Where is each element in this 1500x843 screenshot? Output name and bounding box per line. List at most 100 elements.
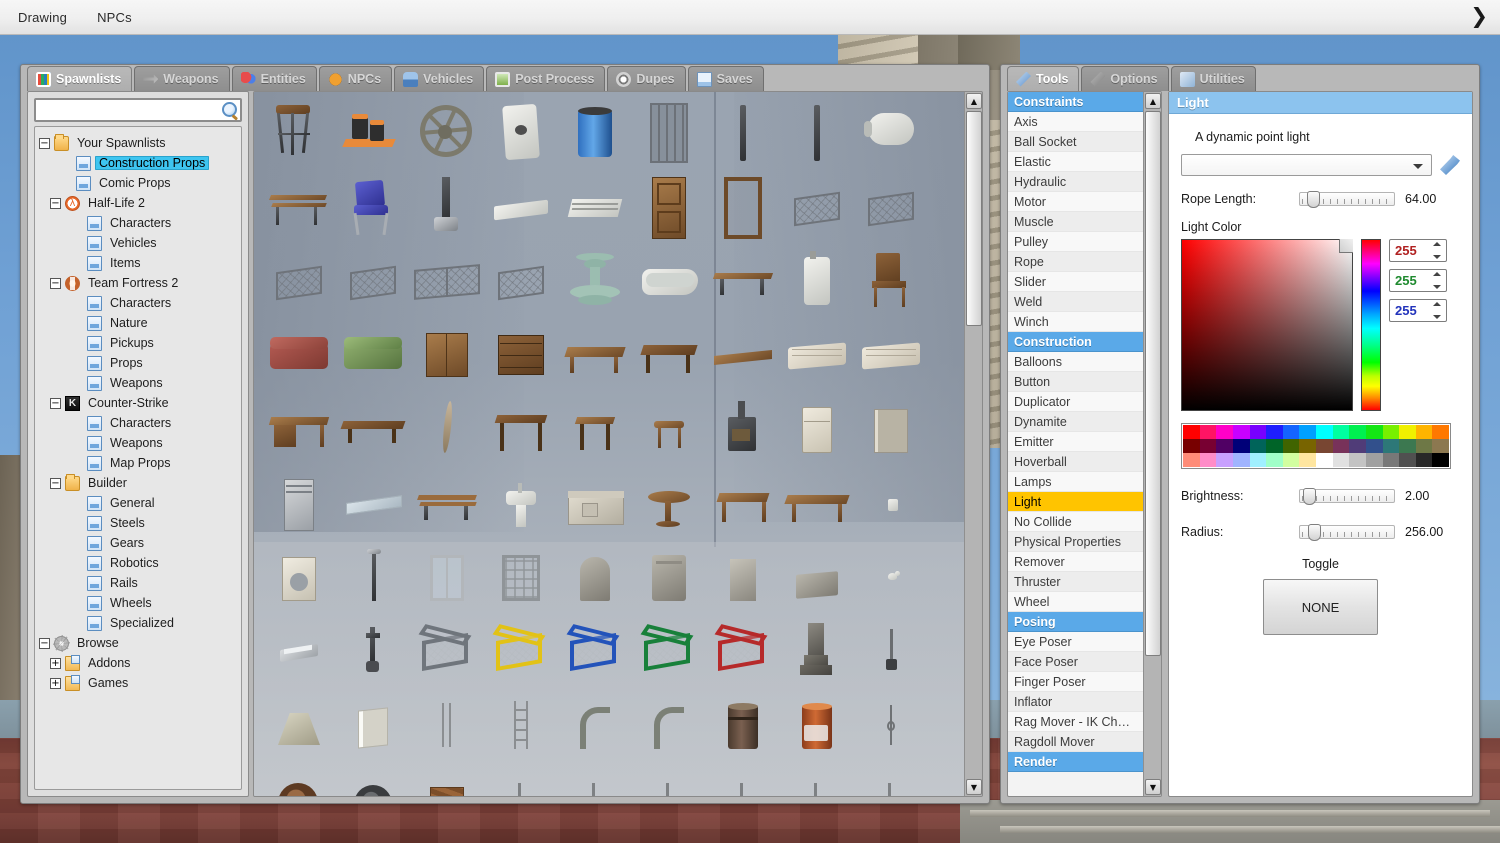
prop-item[interactable] [410,614,484,688]
prop-item[interactable] [336,762,410,796]
prop-item[interactable] [262,244,336,318]
prop-item[interactable] [410,466,484,540]
color-swatch[interactable] [1365,439,1383,453]
prop-item[interactable] [854,96,928,170]
tree-item[interactable]: Characters [39,293,237,313]
tree-item[interactable]: − Half-Life 2 [39,193,237,213]
prop-item[interactable] [706,318,780,392]
tree-item[interactable]: Vehicles [39,233,237,253]
prop-item[interactable] [558,762,632,796]
color-swatch[interactable] [1399,453,1416,467]
color-swatch[interactable] [1232,425,1250,439]
prop-item[interactable] [484,318,558,392]
red-spinner[interactable] [1430,241,1444,260]
prop-grid[interactable] [254,92,964,796]
tab-vehicles[interactable]: Vehicles [394,66,485,91]
prop-item[interactable] [410,540,484,614]
prop-item[interactable] [484,540,558,614]
hue-slider[interactable] [1361,239,1381,411]
collapse-icon[interactable]: − [50,197,61,209]
spawnlist-tree[interactable]: − Your Spawnlists Construction Props Comic … [34,126,242,790]
prop-item[interactable] [780,688,854,762]
menu-item-npcs[interactable]: NPCs [85,6,144,29]
prop-item[interactable] [262,318,336,392]
prop-item[interactable] [632,688,706,762]
color-swatch[interactable] [1232,439,1250,453]
prop-item[interactable] [558,688,632,762]
prop-item[interactable] [558,244,632,318]
color-swatch[interactable] [1332,439,1350,453]
radius-slider[interactable] [1299,524,1395,541]
color-swatch[interactable] [1365,453,1383,467]
green-spinner[interactable] [1430,271,1444,290]
prop-item[interactable] [854,244,928,318]
prop-item[interactable] [558,466,632,540]
scroll-thumb[interactable] [1145,111,1161,656]
color-swatch[interactable] [1299,439,1316,453]
prop-item[interactable] [410,170,484,244]
prop-item[interactable] [558,170,632,244]
color-swatch[interactable] [1282,439,1300,453]
collapse-icon[interactable]: − [50,277,61,289]
collapse-icon[interactable]: − [39,137,50,149]
tool-list-item[interactable]: Hoverball [1008,452,1144,472]
tree-item[interactable]: + Games [39,673,237,693]
collapse-icon[interactable]: − [39,637,50,649]
tool-list-item[interactable]: Lamps [1008,472,1144,492]
prop-item[interactable] [632,170,706,244]
tool-list-item[interactable]: Emitter [1008,432,1144,452]
prop-item[interactable] [706,466,780,540]
brightness-slider[interactable] [1299,488,1395,505]
red-input[interactable] [1390,243,1428,258]
color-swatch[interactable] [1399,425,1416,439]
tool-list-item[interactable]: Light [1008,492,1144,512]
color-swatch[interactable] [1316,439,1333,453]
prop-item[interactable] [336,244,410,318]
prop-item[interactable] [484,466,558,540]
tab-post-process[interactable]: Post Process [486,66,606,91]
prop-item[interactable] [336,466,410,540]
color-swatch[interactable] [1249,439,1267,453]
prop-item[interactable] [484,614,558,688]
scroll-thumb[interactable] [966,111,982,326]
prop-item[interactable] [854,614,928,688]
tree-item[interactable]: Robotics [39,553,237,573]
color-swatch[interactable] [1399,439,1416,453]
search-icon[interactable] [222,102,237,117]
color-swatch[interactable] [1382,439,1400,453]
prop-item[interactable] [780,762,854,796]
color-swatch[interactable] [1382,425,1400,439]
prop-item[interactable] [262,466,336,540]
tree-item[interactable]: Wheels [39,593,237,613]
prop-item[interactable] [336,392,410,466]
saturation-value-square[interactable] [1181,239,1353,411]
color-swatch[interactable] [1183,453,1200,467]
prop-item[interactable] [706,244,780,318]
color-swatch[interactable] [1266,439,1283,453]
tool-list-item[interactable]: Hydraulic [1008,172,1144,192]
tool-list-item[interactable]: Motor [1008,192,1144,212]
tab-npcs[interactable]: NPCs [318,66,393,91]
prop-item[interactable] [410,392,484,466]
tree-item[interactable]: Characters [39,213,237,233]
blue-spinner[interactable] [1430,301,1444,320]
prop-item[interactable] [410,762,484,796]
tree-item[interactable]: General [39,493,237,513]
tab-utilities[interactable]: Utilities [1170,66,1256,91]
tree-item[interactable]: − Your Spawnlists [39,133,237,153]
search-input[interactable] [34,98,242,122]
color-swatch[interactable] [1349,439,1366,453]
color-swatch[interactable] [1382,453,1400,467]
tab-tools[interactable]: Tools [1007,66,1080,91]
prop-item[interactable] [632,762,706,796]
prop-item[interactable] [780,392,854,466]
tree-item[interactable]: − Counter-Strike [39,393,237,413]
color-swatch[interactable] [1249,453,1267,467]
prop-item[interactable] [558,318,632,392]
prop-item[interactable] [632,318,706,392]
color-swatch[interactable] [1432,439,1449,453]
tool-list-item[interactable]: Physical Properties [1008,532,1144,552]
chevron-right-icon[interactable]: ❯ [1470,5,1488,27]
scroll-down-button[interactable]: ▼ [1145,779,1161,795]
scroll-up-button[interactable]: ▲ [966,93,982,109]
